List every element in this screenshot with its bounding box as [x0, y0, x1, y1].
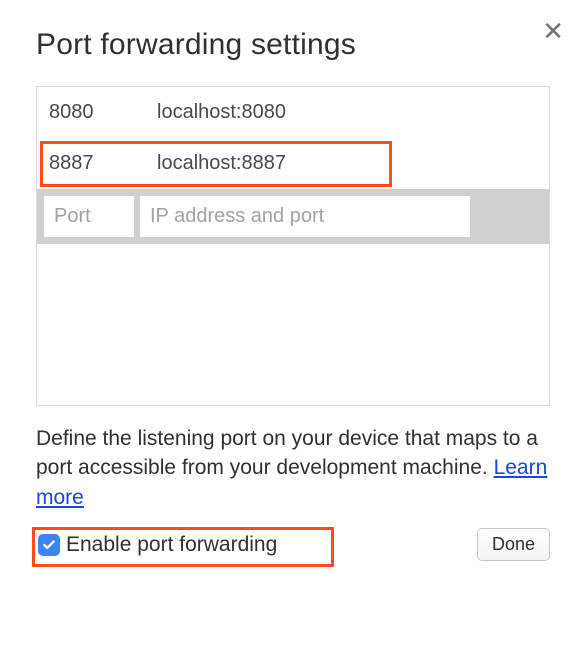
port-input-row: [37, 189, 549, 244]
enable-port-forwarding-wrap: Enable port forwarding: [36, 529, 283, 561]
port-row[interactable]: 8080 localhost:8080: [37, 87, 549, 138]
port-forwarding-dialog: ✕ Port forwarding settings 8080 localhos…: [0, 0, 586, 589]
description-body: Define the listening port on your device…: [36, 427, 538, 479]
addr-value: localhost:8887: [157, 152, 537, 175]
port-list-box: 8080 localhost:8080 8887 localhost:8887: [36, 86, 550, 406]
port-input[interactable]: [44, 196, 134, 237]
done-button[interactable]: Done: [477, 528, 550, 561]
addr-value: localhost:8080: [157, 101, 537, 124]
description-text: Define the listening port on your device…: [36, 424, 550, 512]
dialog-footer: Enable port forwarding Done: [36, 528, 550, 561]
port-row[interactable]: 8887 localhost:8887: [37, 138, 549, 189]
enable-checkbox[interactable]: [38, 534, 60, 556]
addr-input[interactable]: [140, 196, 470, 237]
checkmark-icon: [42, 538, 56, 552]
port-value: 8887: [49, 152, 157, 175]
port-value: 8080: [49, 101, 157, 124]
enable-label: Enable port forwarding: [66, 533, 277, 557]
dialog-title: Port forwarding settings: [36, 28, 550, 62]
close-icon[interactable]: ✕: [542, 18, 564, 44]
